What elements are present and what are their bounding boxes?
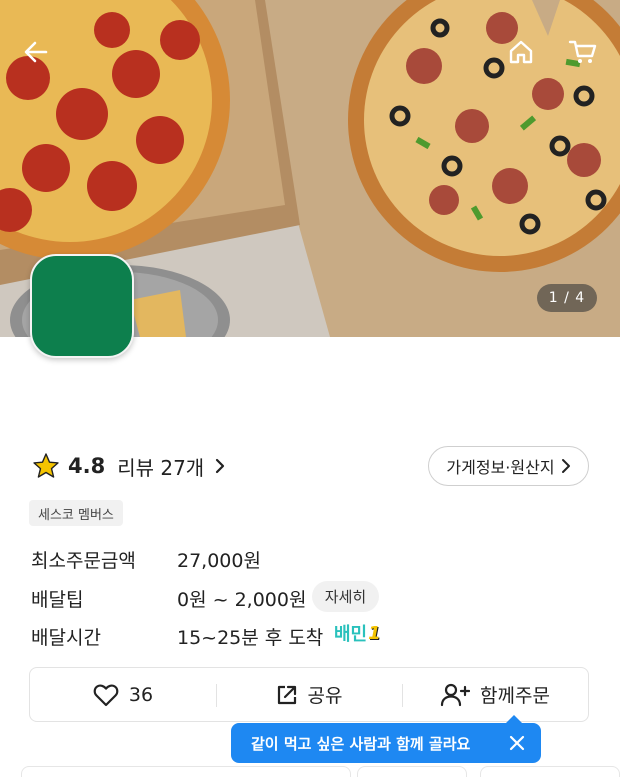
add-person-icon <box>440 683 471 706</box>
next-section-card <box>480 766 620 777</box>
heart-icon <box>93 684 119 706</box>
delivery-time-value: 15~25분 후 도착 <box>177 627 324 649</box>
review-link[interactable]: 리뷰 27개 <box>117 452 226 481</box>
baemin-one-text: 배민 <box>334 624 368 645</box>
delivery-tip-label: 배달팁 <box>31 589 84 611</box>
share-label: 공유 <box>307 685 343 707</box>
baemin-one-number: 1 <box>368 622 381 644</box>
group-order-button[interactable]: 함께주문 <box>402 668 588 721</box>
tooltip-text: 같이 먹고 싶은 사람과 함께 골라요 <box>251 734 471 753</box>
cart-icon <box>568 40 597 63</box>
home-icon <box>509 40 533 64</box>
star-icon <box>33 453 59 478</box>
chevron-right-icon <box>216 458 225 474</box>
next-section-card <box>357 766 467 777</box>
cesco-badge: 세스코 멤버스 <box>29 500 123 526</box>
group-order-tooltip: 같이 먹고 싶은 사람과 함께 골라요 <box>231 715 541 763</box>
group-order-label: 함께주문 <box>480 685 550 707</box>
store-info-button[interactable]: 가게정보·원산지 <box>428 446 589 486</box>
close-icon[interactable] <box>507 733 527 753</box>
chevron-right-icon <box>561 459 570 473</box>
share-button[interactable]: 공유 <box>216 668 402 721</box>
rating-row: 4.8 리뷰 27개 <box>32 448 226 484</box>
review-count: 리뷰 27개 <box>117 455 205 480</box>
back-arrow-icon <box>24 41 48 63</box>
min-order-label: 최소주문금액 <box>31 550 136 572</box>
back-button[interactable] <box>18 34 54 70</box>
cart-button[interactable] <box>565 34 601 70</box>
image-counter: 1 / 4 <box>537 284 597 312</box>
like-button[interactable]: 36 <box>30 668 216 721</box>
baemin-one-badge: 배민 1 <box>334 620 381 646</box>
store-logo <box>30 254 134 358</box>
share-icon <box>277 685 296 704</box>
action-bar: 36 공유 함께주문 <box>29 667 589 722</box>
home-button[interactable] <box>503 34 539 70</box>
like-count: 36 <box>128 683 154 706</box>
delivery-tip-value: 0원 ~ 2,000원 <box>177 589 307 611</box>
next-section-card <box>21 766 351 777</box>
delivery-tip-detail-button[interactable]: 자세히 <box>312 581 379 612</box>
min-order-value: 27,000원 <box>177 550 261 572</box>
delivery-time-label: 배달시간 <box>31 627 101 649</box>
rating-value: 4.8 <box>68 454 106 478</box>
store-info-label: 가게정보·원산지 <box>446 458 555 477</box>
